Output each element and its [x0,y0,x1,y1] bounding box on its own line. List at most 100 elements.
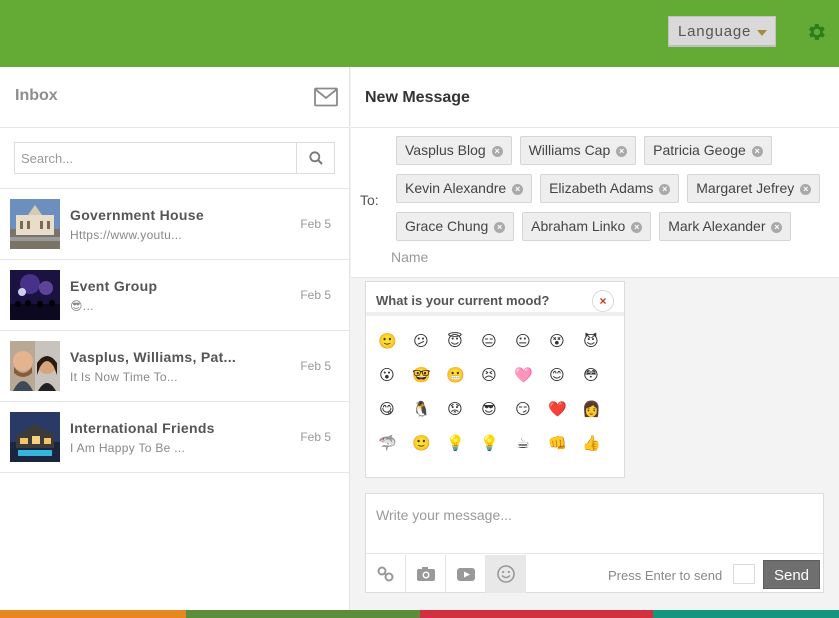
camera-button[interactable] [406,555,446,593]
government-house-photo [10,199,60,249]
mood-header: What is your current mood? × [366,282,624,316]
emoji-option[interactable]: 😟 [446,400,464,418]
emoji-option[interactable]: 😈 [582,332,600,350]
recipient-chip[interactable]: Vasplus Blog × [396,136,512,165]
remove-icon[interactable]: × [491,146,503,157]
to-label: To: [360,192,379,208]
emoji-option[interactable]: 😣 [480,366,498,384]
recipient-name: Mark Alexander [668,218,766,234]
emoji-option[interactable]: 🦈 [378,434,397,452]
inbox-title: Inbox [15,87,58,104]
emoji-icon [497,565,515,583]
compose-panel: New Message To: Vasplus Blog × Williams C… [351,67,839,610]
remove-icon[interactable]: × [800,184,812,195]
emoji-option[interactable]: 👩 [582,400,601,418]
link-icon [377,566,394,582]
emoji-option[interactable]: 💡 [480,434,499,452]
top-bar: Language [0,0,839,67]
emoji-option[interactable]: 🙂 [378,332,397,350]
emoji-option[interactable]: 🐧 [412,400,431,418]
recipient-chip[interactable]: Grace Chung × [396,212,515,241]
remove-icon[interactable]: × [512,184,524,195]
emoji-option[interactable]: 😬 [446,366,465,384]
link-button[interactable] [366,555,406,593]
language-label: Language [678,23,752,40]
message-composer: Press Enter to send Send [365,493,824,593]
conversation-date: Feb 5 [300,217,331,231]
recipient-name: Kevin Alexandre [405,180,507,196]
concert-photo [10,270,60,320]
recipient-chip[interactable]: Mark Alexander × [659,212,792,241]
emoji-option[interactable]: 😇 [446,332,464,350]
envelope-icon[interactable] [314,87,338,107]
search-bar [0,128,349,189]
remove-icon[interactable]: × [751,146,763,157]
send-button[interactable]: Send [763,560,820,589]
emoji-option[interactable]: 💡 [446,434,465,452]
recipient-name-input[interactable] [391,249,591,265]
footer-color-strip [0,610,839,618]
recipient-chip[interactable]: Patricia Geoge × [644,136,772,165]
remove-icon[interactable]: × [659,184,671,195]
chevron-down-icon [757,30,767,36]
remove-icon[interactable]: × [616,146,628,157]
conversation-name: Vasplus, Williams, Pat... [70,349,237,365]
remove-icon[interactable]: × [631,222,643,233]
strip-segment [0,610,186,618]
inbox-header: Inbox [0,67,349,128]
press-enter-checkbox[interactable] [733,564,755,584]
conversation-name: Government House [70,207,204,223]
emoji-option[interactable]: 😊 [548,366,566,384]
conversation-date: Feb 5 [300,430,331,444]
recipient-chip[interactable]: Kevin Alexandre × [396,174,533,203]
emoji-option[interactable]: 🩷 [514,366,533,384]
emoji-option[interactable]: 😑 [480,332,498,350]
emoji-option[interactable]: 😎 [480,400,498,418]
remove-icon[interactable]: × [494,222,506,233]
emoji-option[interactable]: 😳 [582,366,600,384]
recipient-chip[interactable]: Elizabeth Adams × [540,174,680,203]
close-button[interactable]: × [592,290,614,312]
two-people-photo [10,341,60,391]
recipient-name: Williams Cap [528,142,611,158]
emoji-option[interactable]: ❤️ [548,400,567,418]
emoji-option[interactable]: ☕ [514,434,532,452]
search-button[interactable] [296,142,335,174]
remove-icon[interactable]: × [771,222,783,233]
emoji-option[interactable]: 😮 [378,366,396,384]
search-icon [309,151,323,165]
conversation-preview: Https://www.youtu... [70,228,183,242]
recipient-chip[interactable]: Williams Cap × [519,136,637,165]
conversation-date: Feb 5 [300,359,331,373]
emoji-option[interactable]: 😏 [514,400,532,418]
conversation-item[interactable]: International Friends I Am Happy To Be .… [0,402,349,473]
recipient-name: Patricia Geoge [653,142,746,158]
emoji-option[interactable]: 🙂 [412,434,431,452]
recipient-chips: Vasplus Blog × Williams Cap × Patricia Geo… [396,136,836,250]
emoji-option[interactable]: 😋 [378,400,396,418]
recipients-area: To: Vasplus Blog × Williams Cap × Patricia… [351,128,839,278]
strip-segment [186,610,420,618]
conversation-item[interactable]: Event Group 😎... Feb 5 [0,260,349,331]
emoji-option[interactable]: 🤓 [412,366,431,384]
emoji-option[interactable]: 😐 [514,332,532,350]
emoji-option[interactable]: 👍 [582,434,601,452]
language-dropdown[interactable]: Language [668,16,776,47]
gear-icon[interactable] [805,21,827,43]
recipient-chip[interactable]: Abraham Linko × [522,212,652,241]
conversation-item[interactable]: Vasplus, Williams, Pat... It Is Now Time… [0,331,349,402]
video-button[interactable] [446,555,486,593]
recipient-name: Grace Chung [405,218,489,234]
recipient-name: Elizabeth Adams [549,180,654,196]
recipient-chip[interactable]: Margaret Jefrey × [687,174,821,203]
search-input[interactable] [14,142,297,174]
conversation-item[interactable]: Government House Https://www.youtu... Fe… [0,189,349,260]
conversation-preview: It Is Now Time To... [70,370,178,384]
emoji-option[interactable]: 😕 [412,332,430,350]
emoji-option[interactable]: 😵 [548,332,566,350]
emoji-option[interactable]: 👊 [548,434,567,452]
conversation-preview: I Am Happy To Be ... [70,441,186,455]
message-input[interactable] [366,494,823,554]
emoji-button[interactable] [486,555,526,593]
recipient-name: Vasplus Blog [405,142,486,158]
